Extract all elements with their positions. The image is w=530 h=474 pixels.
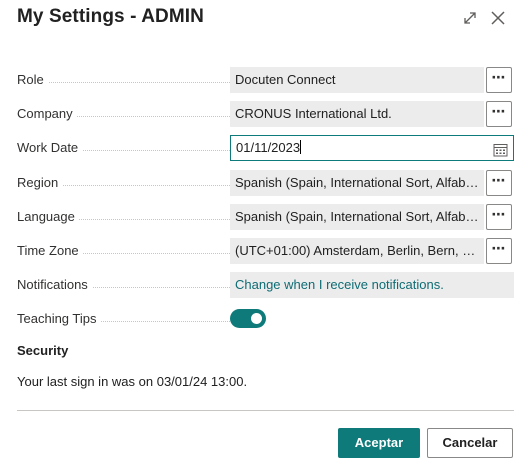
text-caret — [300, 140, 302, 154]
teaching-tips-row: Teaching Tips — [17, 306, 514, 332]
work-date-value: 01/11/2023 — [236, 140, 301, 155]
language-label: Language — [17, 204, 230, 230]
role-field[interactable]: Docuten Connect — [230, 67, 484, 93]
language-lookup-button[interactable]: ⋯ — [486, 204, 512, 230]
language-field[interactable]: Spanish (Spain, International Sort, Alfa… — [230, 204, 484, 230]
teaching-tips-toggle[interactable] — [230, 309, 266, 328]
teaching-tips-label: Teaching Tips — [17, 306, 230, 332]
calendar-icon[interactable] — [493, 141, 508, 160]
toggle-knob — [251, 313, 262, 324]
region-row: Region Spanish (Spain, International Sor… — [17, 170, 514, 196]
time-zone-lookup-button[interactable]: ⋯ — [486, 238, 512, 264]
dialog-title: My Settings - ADMIN — [17, 6, 204, 27]
work-date-row: Work Date 01/11/2023 — [17, 135, 514, 161]
company-row: Company CRONUS International Ltd. ⋯ — [17, 101, 514, 127]
cancel-button[interactable]: Cancelar — [427, 428, 513, 458]
company-lookup-button[interactable]: ⋯ — [486, 101, 512, 127]
time-zone-row: Time Zone (UTC+01:00) Amsterdam, Berlin,… — [17, 238, 514, 264]
region-lookup-button[interactable]: ⋯ — [486, 170, 512, 196]
language-row: Language Spanish (Spain, International S… — [17, 204, 514, 230]
security-heading: Security — [17, 343, 69, 358]
work-date-input[interactable]: 01/11/2023 — [230, 135, 514, 161]
footer-divider — [17, 410, 514, 411]
last-sign-in-text: Your last sign in was on 03/01/24 13:00. — [17, 374, 248, 389]
company-field[interactable]: CRONUS International Ltd. — [230, 101, 484, 127]
ok-button[interactable]: Aceptar — [338, 428, 420, 458]
work-date-label: Work Date — [17, 135, 230, 161]
role-label: Role — [17, 67, 230, 93]
notifications-link[interactable]: Change when I receive notifications. — [230, 272, 514, 298]
region-field[interactable]: Spanish (Spain, International Sort, Alfa… — [230, 170, 484, 196]
role-lookup-button[interactable]: ⋯ — [486, 67, 512, 93]
time-zone-label: Time Zone — [17, 238, 230, 264]
role-row: Role Docuten Connect ⋯ — [17, 67, 514, 93]
company-label: Company — [17, 101, 230, 127]
expand-icon[interactable] — [461, 9, 479, 27]
region-label: Region — [17, 170, 230, 196]
notifications-label: Notifications — [17, 272, 230, 298]
notifications-row: Notifications Change when I receive noti… — [17, 272, 514, 298]
close-icon[interactable] — [489, 9, 507, 27]
time-zone-field[interactable]: (UTC+01:00) Amsterdam, Berlin, Bern, Ro.… — [230, 238, 484, 264]
